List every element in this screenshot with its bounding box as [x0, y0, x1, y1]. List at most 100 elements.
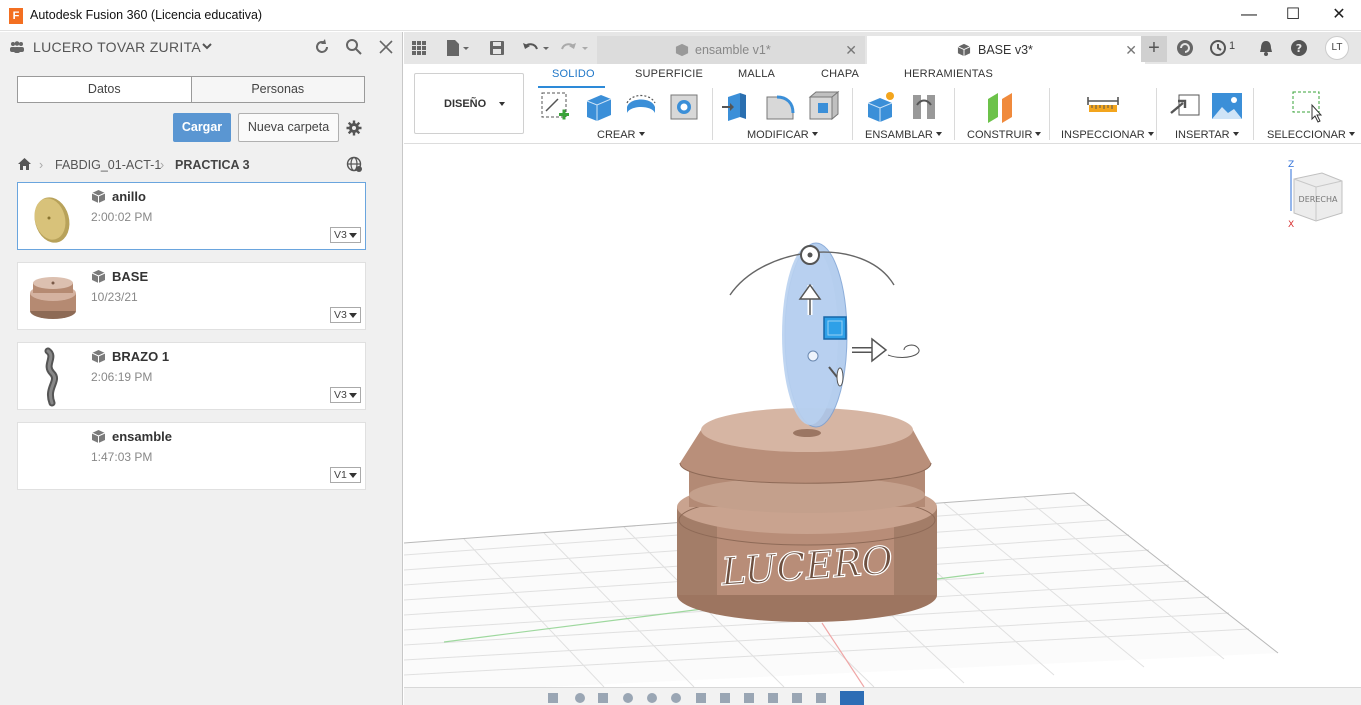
version-dropdown[interactable]: V3	[330, 387, 361, 403]
tab-solido[interactable]: SOLIDO	[552, 68, 595, 80]
viewport-scene: LUCERO DERECHA Z X	[403, 160, 1343, 688]
create-sketch-icon[interactable]	[538, 89, 572, 123]
save-icon[interactable]	[488, 39, 506, 57]
press-pull-icon[interactable]	[720, 89, 754, 123]
item-date: 1:47:03 PM	[91, 450, 153, 464]
breadcrumb: › FABDIG_01-ACT-1 › PRACTICA 3	[17, 156, 367, 174]
new-folder-button[interactable]: Nueva carpeta	[238, 113, 339, 142]
home-icon[interactable]	[17, 157, 32, 171]
close-tab-icon[interactable]: ✕	[845, 42, 857, 59]
avatar[interactable]: LT	[1325, 36, 1349, 60]
job-count: 1	[1229, 40, 1236, 52]
close-panel-icon[interactable]	[377, 38, 395, 56]
measure-icon[interactable]	[1086, 89, 1120, 123]
manipulator-handle[interactable]	[823, 316, 847, 340]
base-model[interactable]: LUCERO	[677, 408, 937, 622]
new-tab-button[interactable]: +	[1141, 36, 1167, 62]
window-select-icon[interactable]	[1290, 89, 1324, 123]
gear-icon[interactable]	[346, 120, 362, 136]
nav-toolbar-icons[interactable]	[544, 691, 904, 705]
design-cube-icon	[91, 430, 106, 443]
tab-malla[interactable]: MALLA	[738, 68, 775, 80]
viewcube[interactable]: DERECHA Z X	[1288, 160, 1343, 230]
upload-button[interactable]: Cargar	[173, 113, 231, 142]
active-tab-indicator	[538, 86, 605, 88]
tab-base[interactable]: BASE v3* ✕	[867, 36, 1145, 64]
divider	[954, 88, 955, 140]
tab-chapa[interactable]: CHAPA	[821, 68, 859, 80]
version-dropdown[interactable]: V1	[330, 467, 361, 483]
data-panel-header: LUCERO TOVAR ZURITA	[0, 32, 402, 62]
group-insertar[interactable]: INSERTAR	[1175, 129, 1239, 141]
item-name: BASE	[112, 269, 149, 284]
team-hub-name[interactable]: LUCERO TOVAR ZURITA	[33, 39, 201, 55]
tab-superficie[interactable]: SUPERFICIE	[635, 68, 703, 80]
file-menu-icon[interactable]	[444, 39, 470, 57]
tab-label: BASE v3*	[978, 43, 1033, 57]
workspace-label: DISEÑO	[444, 98, 487, 110]
group-seleccionar[interactable]: SELECCIONAR	[1267, 129, 1355, 141]
refresh-icon[interactable]	[313, 38, 331, 56]
job-status-icon[interactable]	[1209, 39, 1227, 57]
list-item[interactable]: ensamble 1:47:03 PM V1	[17, 422, 366, 490]
chevron-down-icon[interactable]	[200, 39, 214, 53]
close-window-button[interactable]: ✕	[1329, 6, 1349, 26]
title-bar: F Autodesk Fusion 360 (Licencia educativ…	[0, 0, 1361, 31]
item-date: 2:00:02 PM	[91, 210, 153, 224]
insert-derive-icon[interactable]	[1169, 89, 1203, 123]
group-modificar[interactable]: MODIFICAR	[747, 129, 818, 141]
group-crear[interactable]: CREAR	[597, 129, 645, 141]
globe-view-icon[interactable]	[346, 156, 363, 173]
version-dropdown[interactable]: V3	[330, 227, 361, 243]
divider	[1253, 88, 1254, 140]
offset-plane-icon[interactable]	[984, 89, 1018, 123]
breadcrumb-project[interactable]: FABDIG_01-ACT-1	[55, 158, 161, 172]
hole-icon[interactable]	[667, 89, 701, 123]
tab-datos[interactable]: Datos	[18, 77, 191, 102]
item-date: 2:06:19 PM	[91, 370, 153, 384]
extensions-icon[interactable]	[1176, 39, 1194, 57]
search-icon[interactable]	[345, 38, 363, 56]
group-inspeccionar[interactable]: INSPECCIONAR	[1061, 129, 1154, 141]
tab-label: ensamble v1*	[695, 43, 771, 57]
fillet-icon[interactable]	[763, 89, 797, 123]
group-ensamblar[interactable]: ENSAMBLAR	[865, 129, 942, 141]
extrude-icon[interactable]	[581, 89, 615, 123]
divider	[1049, 88, 1050, 140]
new-component-icon[interactable]	[864, 89, 898, 123]
tab-personas[interactable]: Personas	[190, 77, 364, 102]
undo-icon[interactable]	[521, 39, 551, 57]
revolve-icon[interactable]	[624, 89, 658, 123]
design-cube-icon	[675, 43, 689, 57]
design-cube-icon	[957, 43, 971, 57]
redo-icon[interactable]	[560, 39, 590, 57]
chevron-down-icon	[499, 102, 505, 106]
team-icon[interactable]	[9, 41, 25, 53]
brazo-thumbnail	[44, 347, 58, 407]
close-tab-icon[interactable]: ✕	[1125, 42, 1137, 59]
shell-icon[interactable]	[806, 89, 840, 123]
maximize-button[interactable]: ☐	[1283, 6, 1303, 26]
group-construir[interactable]: CONSTRUIR	[967, 129, 1041, 141]
base-thumbnail	[30, 277, 76, 319]
3d-viewport[interactable]: LUCERO DERECHA Z X	[403, 145, 1361, 688]
tab-herramientas[interactable]: HERRAMIENTAS	[904, 68, 993, 80]
bell-icon[interactable]	[1257, 39, 1275, 57]
version-dropdown[interactable]: V3	[330, 307, 361, 323]
design-cube-icon	[91, 270, 106, 283]
list-item[interactable]: anillo 2:00:02 PM V3	[17, 182, 366, 250]
canvas-image-icon[interactable]	[1210, 89, 1244, 123]
list-item[interactable]: BASE 10/23/21 V3	[17, 262, 366, 330]
help-icon[interactable]: ?	[1290, 39, 1308, 57]
breadcrumb-separator-icon: ›	[39, 158, 44, 172]
joint-icon[interactable]	[907, 89, 941, 123]
document-tab-bar: ensamble v1* ✕ BASE v3* ✕ + 1 ? LT	[404, 32, 1361, 64]
grid-apps-icon[interactable]	[410, 39, 428, 57]
list-item[interactable]: BRAZO 1 2:06:19 PM V3	[17, 342, 366, 410]
tab-ensamble[interactable]: ensamble v1* ✕	[597, 36, 865, 64]
design-cube-icon	[91, 190, 106, 203]
data-people-toggle: Datos Personas	[17, 76, 365, 103]
workspace-switcher[interactable]: DISEÑO	[414, 73, 524, 134]
svg-text:?: ?	[1296, 42, 1302, 55]
minimize-button[interactable]: —	[1239, 6, 1259, 26]
